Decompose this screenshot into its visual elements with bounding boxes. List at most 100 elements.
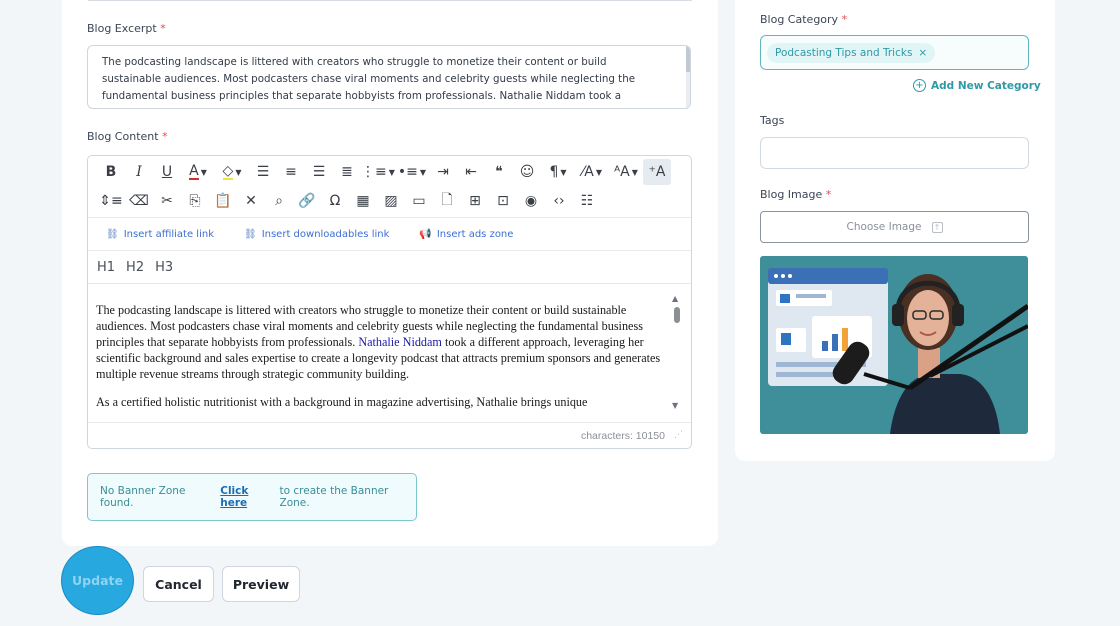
text-color-icon: A [189, 162, 199, 180]
file-icon: 🗋 [441, 192, 453, 208]
insert-links-row: ⛓ Insert affiliate link ⛓ Insert downloada… [88, 218, 691, 250]
required-mark: * [841, 13, 848, 26]
align-justify-button[interactable]: ≣ [333, 159, 361, 185]
line-spacing-icon: ⇕≡ [99, 193, 123, 209]
chip-remove-icon[interactable]: × [918, 47, 927, 59]
content-paragraph: The podcasting landscape is littered wit… [96, 302, 668, 382]
content-link[interactable]: Nathalie Niddam [358, 335, 442, 349]
excerpt-label: Blog Excerpt * [87, 22, 166, 35]
insert-ads-zone[interactable]: 📢 Insert ads zone [419, 229, 513, 240]
code-view-button[interactable]: ‹› [545, 188, 573, 214]
video-icon: ▭ [412, 193, 426, 209]
choose-image-button[interactable]: Choose Image ↑ [760, 211, 1029, 243]
align-left-button[interactable]: ☰ [249, 159, 277, 185]
rich-text-editor: B I U A ▼ ◇ ▼ ☰ ≡ ☰ ≣ ⋮≡ ▼ •≡ ▼ ⇥ ⇤ ❝ ☺ ¶ ▼ ⁄A ▼ ᴬA ▼ ⁺A ⇕≡ ⌫ ✂ ⎘ 📋 ✕ ⌕… [87, 155, 692, 449]
preview-button[interactable]: Preview [222, 566, 300, 602]
scrollbar-thumb[interactable] [674, 307, 680, 323]
tags-label-text: Tags [760, 114, 785, 127]
update-button[interactable]: Update [61, 546, 134, 615]
paragraph-format-button[interactable]: ¶ ▼ [541, 159, 575, 185]
select-all-button[interactable]: ☷ [573, 188, 601, 214]
plus-circle-icon: + [913, 79, 926, 92]
line-height-button[interactable]: ⁄A ▼ [575, 159, 609, 185]
h1-button[interactable]: H1 [97, 260, 115, 275]
clear-format-button[interactable]: ⁺A [643, 159, 671, 185]
tags-input[interactable] [760, 137, 1029, 169]
underline-icon: U [161, 164, 173, 180]
category-chip: Podcasting Tips and Tricks × [767, 43, 936, 63]
divider [88, 250, 691, 251]
podcaster-illustration [760, 256, 1028, 434]
preview-eye-button[interactable]: ◉ [517, 188, 545, 214]
outdent-button[interactable]: ⇤ [457, 159, 485, 185]
indent-button[interactable]: ⇥ [429, 159, 457, 185]
excerpt-text: The podcasting landscape is littered wit… [102, 56, 649, 108]
quote-button[interactable]: ❝ [485, 159, 513, 185]
cancel-button[interactable]: Cancel [143, 566, 214, 602]
remove-button[interactable]: ✕ [237, 188, 265, 214]
insert-downloadables-link[interactable]: ⛓ Insert downloadables link [244, 229, 389, 240]
divider [88, 0, 692, 1]
tags-label: Tags [760, 114, 784, 127]
h2-button[interactable]: H2 [126, 260, 144, 275]
link-button[interactable]: 🔗 [293, 188, 321, 214]
line-spacing-button[interactable]: ⇕≡ [97, 188, 125, 214]
template-icon: ⊞ [469, 193, 481, 209]
copy-button[interactable]: ⎘ [181, 188, 209, 214]
code-view-icon: ‹› [553, 193, 565, 209]
scroll-up-arrow-icon[interactable]: ▲ [672, 294, 678, 303]
category-select[interactable]: Podcasting Tips and Tricks × [760, 35, 1029, 70]
table-button[interactable]: ▦ [349, 188, 377, 214]
template-button[interactable]: ⊞ [461, 188, 489, 214]
ordered-list-button[interactable]: ⋮≡ ▼ [361, 159, 395, 185]
file-button[interactable]: 🗋 [433, 188, 461, 214]
link-icon: 🔗 [298, 193, 316, 209]
align-center-button[interactable]: ≡ [277, 159, 305, 185]
highlight-color-button[interactable]: ◇ ▼ [215, 159, 249, 185]
emoji-button[interactable]: ☺ [513, 159, 541, 185]
banner-zone-notice: No Banner Zone found. Click here to crea… [87, 473, 417, 521]
update-label: Update [72, 573, 123, 588]
eraser-button[interactable]: ⌫ [125, 188, 153, 214]
excerpt-scrollbar[interactable] [686, 46, 690, 108]
align-center-icon: ≡ [285, 164, 297, 180]
eraser-icon: ⌫ [129, 193, 149, 209]
required-mark: * [162, 130, 168, 143]
insert-affiliate-label: Insert affiliate link [123, 228, 214, 240]
font-size-button[interactable]: ᴬA ▼ [609, 159, 643, 185]
align-left-icon: ☰ [256, 164, 270, 180]
ordered-list-icon: ⋮≡ [361, 164, 387, 180]
underline-button[interactable]: U [153, 159, 181, 185]
resize-grip-icon[interactable]: ⋰ [674, 430, 683, 440]
category-chip-label: Podcasting Tips and Tricks [775, 47, 913, 59]
add-new-category-button[interactable]: + Add New Category [913, 79, 1041, 92]
search-button[interactable]: ⌕ [265, 188, 293, 214]
banner-prefix: No Banner Zone found. [100, 485, 186, 509]
search-icon: ⌕ [275, 193, 283, 209]
insert-affiliate-link[interactable]: ⛓ Insert affiliate link [106, 229, 214, 240]
h3-button[interactable]: H3 [155, 260, 173, 275]
cut-button[interactable]: ✂ [153, 188, 181, 214]
unordered-list-button[interactable]: •≡ ▼ [395, 159, 429, 185]
content-label-text: Blog Content [87, 130, 159, 143]
choose-image-label: Choose Image [846, 221, 922, 233]
embed-button[interactable]: ⊡ [489, 188, 517, 214]
paste-button[interactable]: 📋 [209, 188, 237, 214]
image-button[interactable]: ▨ [377, 188, 405, 214]
align-right-button[interactable]: ☰ [305, 159, 333, 185]
image-label-text: Blog Image [760, 188, 823, 201]
excerpt-textarea[interactable]: The podcasting landscape is littered wit… [87, 45, 691, 109]
create-banner-link[interactable]: Click here [220, 485, 276, 509]
bold-button[interactable]: B [97, 159, 125, 185]
special-char-button[interactable]: Ω [321, 188, 349, 214]
scroll-down-arrow-icon[interactable]: ▼ [672, 401, 678, 410]
text-color-button[interactable]: A ▼ [181, 159, 215, 185]
chevron-down-icon: ▼ [200, 167, 207, 177]
upload-icon: ↑ [931, 221, 943, 233]
select-all-icon: ☷ [580, 193, 594, 209]
image-label: Blog Image * [760, 188, 831, 201]
italic-button[interactable]: I [125, 159, 153, 185]
editor-content[interactable]: The podcasting landscape is littered wit… [96, 302, 668, 420]
category-label: Blog Category * [760, 13, 847, 26]
video-button[interactable]: ▭ [405, 188, 433, 214]
